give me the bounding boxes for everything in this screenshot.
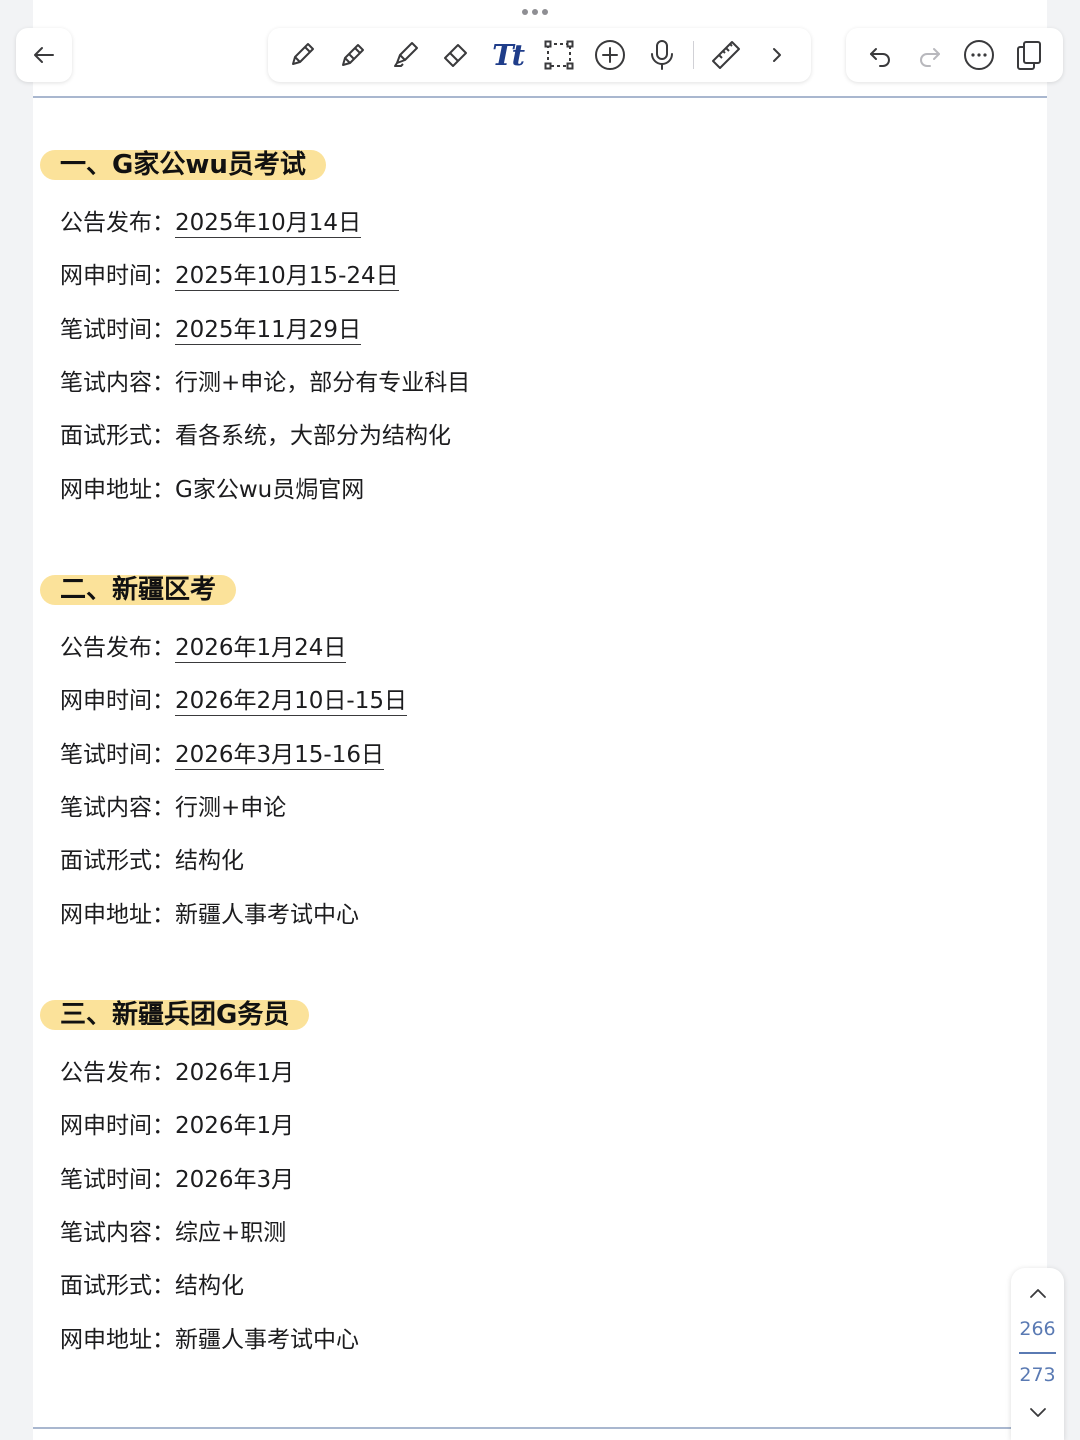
info-row: 笔试内容：行测+申论，部分有专业科目	[60, 368, 470, 398]
info-row: 笔试时间：2026年3月	[60, 1165, 294, 1195]
info-value: 2026年1月	[175, 1060, 295, 1086]
info-value: 2026年3月	[175, 1166, 295, 1193]
info-row: 面试形式：结构化	[60, 1271, 244, 1301]
info-row: 笔试时间：2025年11月29日	[60, 315, 362, 345]
info-row: 笔试时间：2026年3月15-16日	[60, 740, 384, 770]
info-row: 网申时间：2025年10月15-24日	[60, 261, 399, 292]
info-row: 面试形式：结构化	[60, 846, 244, 876]
info-value: 结构化	[175, 1273, 244, 1300]
info-label: 笔试内容：	[60, 1219, 175, 1246]
info-value: 结构化	[175, 848, 244, 875]
info-value: 综应+职测	[175, 1219, 287, 1246]
date-link[interactable]: 2025年10月14日	[175, 210, 362, 238]
info-row: 网申地址：新疆人事考试中心	[60, 900, 359, 930]
info-row: 网申地址：新疆人事考试中心	[60, 1325, 359, 1355]
current-page-number[interactable]: 266	[1011, 1318, 1064, 1340]
info-row: 公告发布：2026年1月	[60, 1058, 294, 1088]
info-label: 笔试时间：	[60, 1166, 175, 1193]
info-row: 公告发布：2026年1月24日	[60, 633, 347, 663]
date-link[interactable]: 2026年1月24日	[175, 635, 347, 663]
info-value: 2026年1月	[175, 1113, 295, 1140]
info-row: 网申地址：G家公wu员焗官网	[60, 475, 364, 505]
info-value: 新疆人事考试中心	[175, 1326, 359, 1353]
info-label: 公告发布：	[60, 210, 175, 236]
info-row: 公告发布：2025年10月14日	[60, 208, 362, 238]
info-value: 行测+申论	[175, 794, 287, 821]
info-label: 网申地址：	[60, 1326, 175, 1353]
info-row: 网申时间：2026年1月	[60, 1111, 294, 1141]
info-value: 行测+申论，部分有专业科目	[175, 369, 471, 396]
info-value: G家公wu员焗官网	[175, 476, 365, 503]
info-label: 公告发布：	[60, 1060, 175, 1086]
info-label: 笔试内容：	[60, 369, 175, 396]
chevron-down-icon[interactable]	[1027, 1402, 1049, 1424]
section-heading: 三、新疆兵团G务员	[40, 1000, 310, 1030]
info-label: 网申时间：	[60, 1113, 175, 1140]
date-link[interactable]: 2025年11月29日	[175, 316, 362, 345]
section-heading: 二、新疆区考	[40, 575, 237, 605]
page-number-divider	[1019, 1352, 1056, 1354]
info-label: 网申时间：	[60, 688, 175, 715]
info-row: 网申时间：2026年2月10日-15日	[60, 686, 407, 717]
date-link[interactable]: 2026年2月10日-15日	[175, 688, 407, 717]
info-label: 网申地址：	[60, 476, 175, 503]
total-page-count: 273	[1019, 1364, 1056, 1386]
info-label: 笔试内容：	[60, 794, 175, 821]
info-label: 面试形式：	[60, 1273, 175, 1300]
info-label: 笔试时间：	[60, 316, 175, 343]
date-link[interactable]: 2025年10月15-24日	[175, 263, 399, 292]
info-label: 笔试时间：	[60, 741, 175, 768]
info-row: 面试形式：看各系统，大部分为结构化	[60, 421, 451, 451]
section-heading: 一、G家公wu员考试	[40, 150, 326, 180]
info-value: 看各系统，大部分为结构化	[175, 423, 451, 450]
info-label: 公告发布：	[60, 635, 175, 661]
info-label: 面试形式：	[60, 423, 175, 450]
page-navigator: 266 273	[1011, 1268, 1064, 1440]
info-label: 网申时间：	[60, 263, 175, 290]
note-content[interactable]: 一、G家公wu员考试 公告发布：2025年10月14日 网申时间：2025年10月1…	[0, 0, 1080, 1440]
date-link[interactable]: 2026年3月15-16日	[175, 741, 384, 770]
info-label: 网申地址：	[60, 901, 175, 928]
info-value: 新疆人事考试中心	[175, 901, 359, 928]
chevron-up-icon[interactable]	[1027, 1282, 1049, 1304]
info-row: 笔试内容：综应+职测	[60, 1218, 286, 1248]
info-label: 面试形式：	[60, 848, 175, 875]
info-row: 笔试内容：行测+申论	[60, 793, 286, 823]
